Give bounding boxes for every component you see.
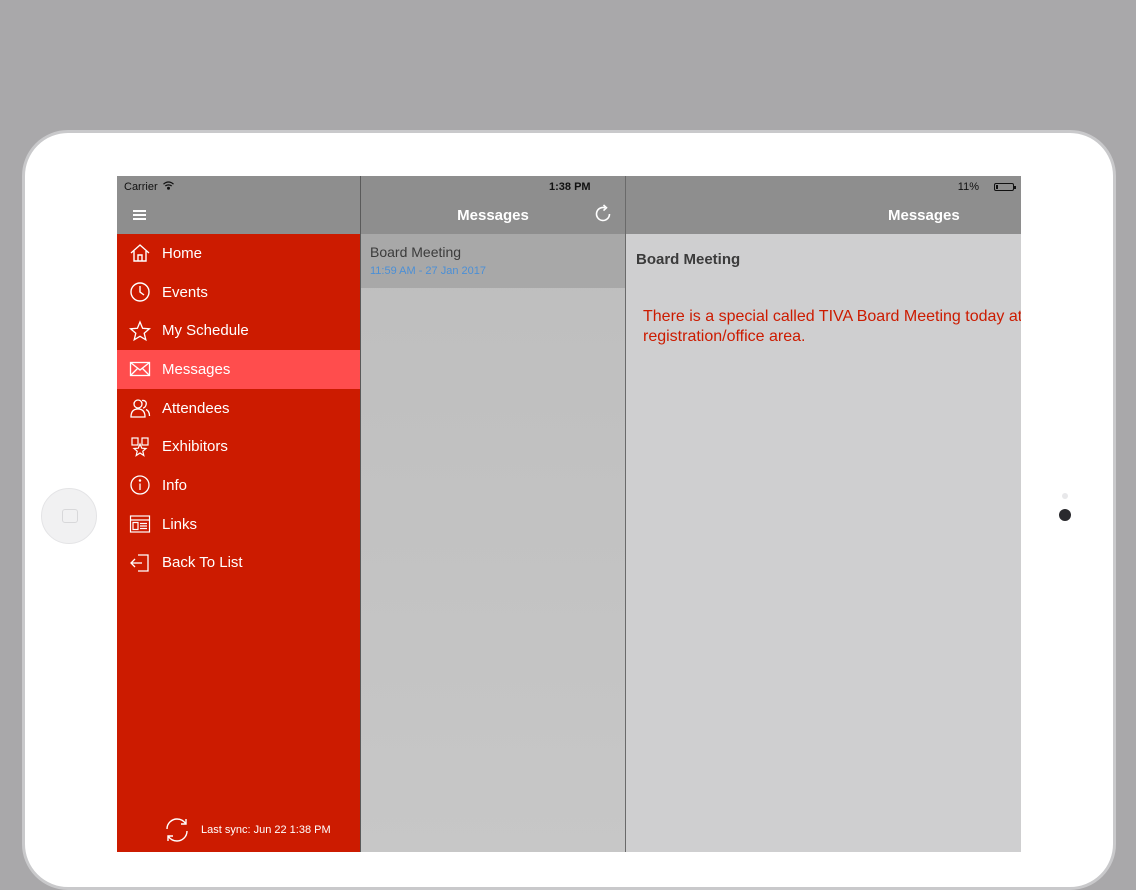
sidebar: Home Events My Schedule Messages Attende…: [117, 176, 361, 852]
exhibitor-icon: [129, 436, 151, 458]
clock-icon: [129, 281, 151, 303]
message-body: There is a special called TIVA Board Mee…: [643, 308, 1021, 345]
sidebar-item-events[interactable]: Events: [117, 273, 360, 312]
app-screen: Home Events My Schedule Messages Attende…: [117, 176, 1021, 852]
sidebar-item-label: My Schedule: [162, 322, 249, 340]
message-detail-title: Messages: [888, 207, 960, 224]
home-button[interactable]: [41, 488, 97, 544]
sidebar-nav: Home Events My Schedule Messages Attende…: [117, 234, 360, 582]
sidebar-item-label: Exhibitors: [162, 438, 228, 456]
sidebar-item-attendees[interactable]: Attendees: [117, 389, 360, 428]
last-sync[interactable]: Last sync: Jun 22 1:38 PM: [163, 816, 331, 844]
carrier-label: Carrier: [124, 181, 158, 193]
wifi-icon: [163, 181, 174, 190]
sidebar-item-label: Home: [162, 244, 203, 262]
clock-label: 1:38 PM: [549, 181, 591, 193]
links-icon: [129, 513, 151, 535]
message-list-pane: Messages Board Meeting 11:59 AM - 27 Jan…: [361, 176, 626, 852]
sidebar-item-messages[interactable]: Messages: [117, 350, 360, 389]
star-icon: [129, 320, 151, 342]
sidebar-item-exhibitors[interactable]: Exhibitors: [117, 427, 360, 466]
message-title: Board Meeting: [370, 244, 462, 260]
sidebar-item-label: Info: [162, 476, 188, 494]
sidebar-item-my-schedule[interactable]: My Schedule: [117, 311, 360, 350]
sidebar-item-label: Messages: [162, 360, 231, 378]
sidebar-item-home[interactable]: Home: [117, 234, 360, 273]
message-list-title: Messages: [457, 207, 529, 224]
message-detail-pane: Messages Board Meeting There is a specia…: [626, 176, 1021, 852]
sidebar-item-back-to-list[interactable]: Back To List: [117, 544, 360, 583]
people-icon: [129, 397, 151, 419]
message-list-item[interactable]: Board Meeting 11:59 AM - 27 Jan 2017: [361, 234, 625, 288]
hamburger-menu-icon[interactable]: [133, 210, 146, 221]
info-icon: [129, 474, 151, 496]
exit-icon: [129, 552, 151, 574]
sensor-dot: [1062, 493, 1068, 499]
envelope-icon: [129, 358, 151, 380]
battery-icon: [994, 183, 1016, 191]
last-sync-text: Last sync: Jun 22 1:38 PM: [201, 824, 331, 836]
home-icon: [129, 242, 151, 264]
camera-icon: [1059, 509, 1071, 521]
sidebar-item-label: Links: [162, 515, 198, 533]
sidebar-item-label: Back To List: [162, 554, 243, 572]
home-button-glyph: [62, 509, 78, 523]
message-timestamp: 11:59 AM - 27 Jan 2017: [370, 265, 486, 277]
battery-percent: 11%: [957, 181, 979, 193]
status-bar: Carrier 1:38 PM 11%: [117, 176, 1021, 195]
sidebar-item-label: Events: [162, 283, 208, 301]
sidebar-item-label: Attendees: [162, 399, 230, 417]
sync-icon: [166, 818, 188, 842]
message-subject: Board Meeting: [636, 251, 741, 268]
sidebar-item-links[interactable]: Links: [117, 505, 360, 544]
refresh-icon[interactable]: [593, 204, 613, 224]
sidebar-item-info[interactable]: Info: [117, 466, 360, 505]
